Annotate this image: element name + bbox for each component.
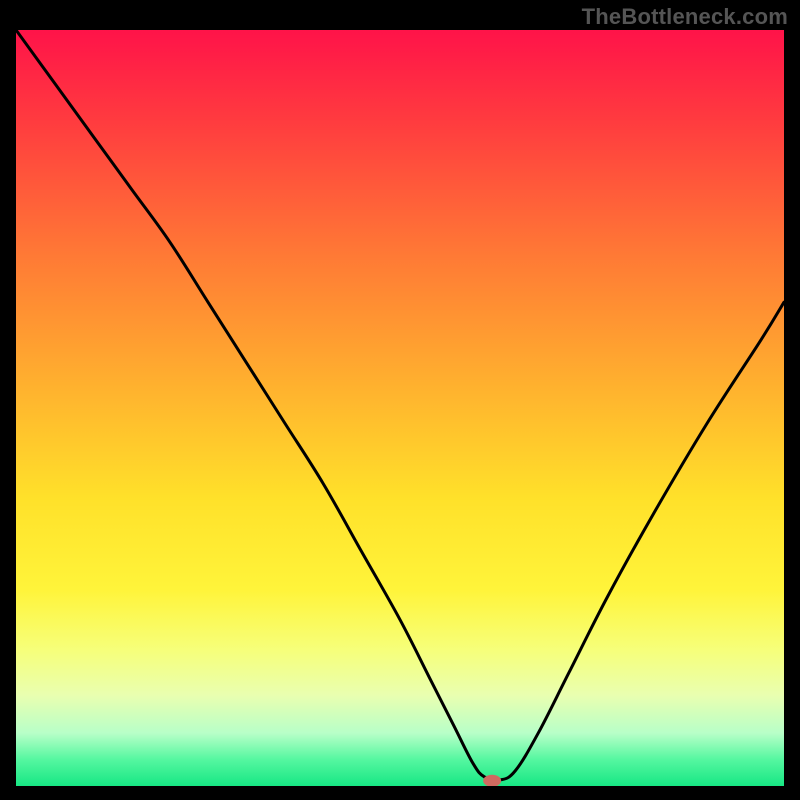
chart-frame: TheBottleneck.com bbox=[0, 0, 800, 800]
plot-area bbox=[16, 30, 784, 786]
gradient-background bbox=[16, 30, 784, 786]
watermark-label: TheBottleneck.com bbox=[582, 4, 788, 30]
chart-svg bbox=[16, 30, 784, 786]
